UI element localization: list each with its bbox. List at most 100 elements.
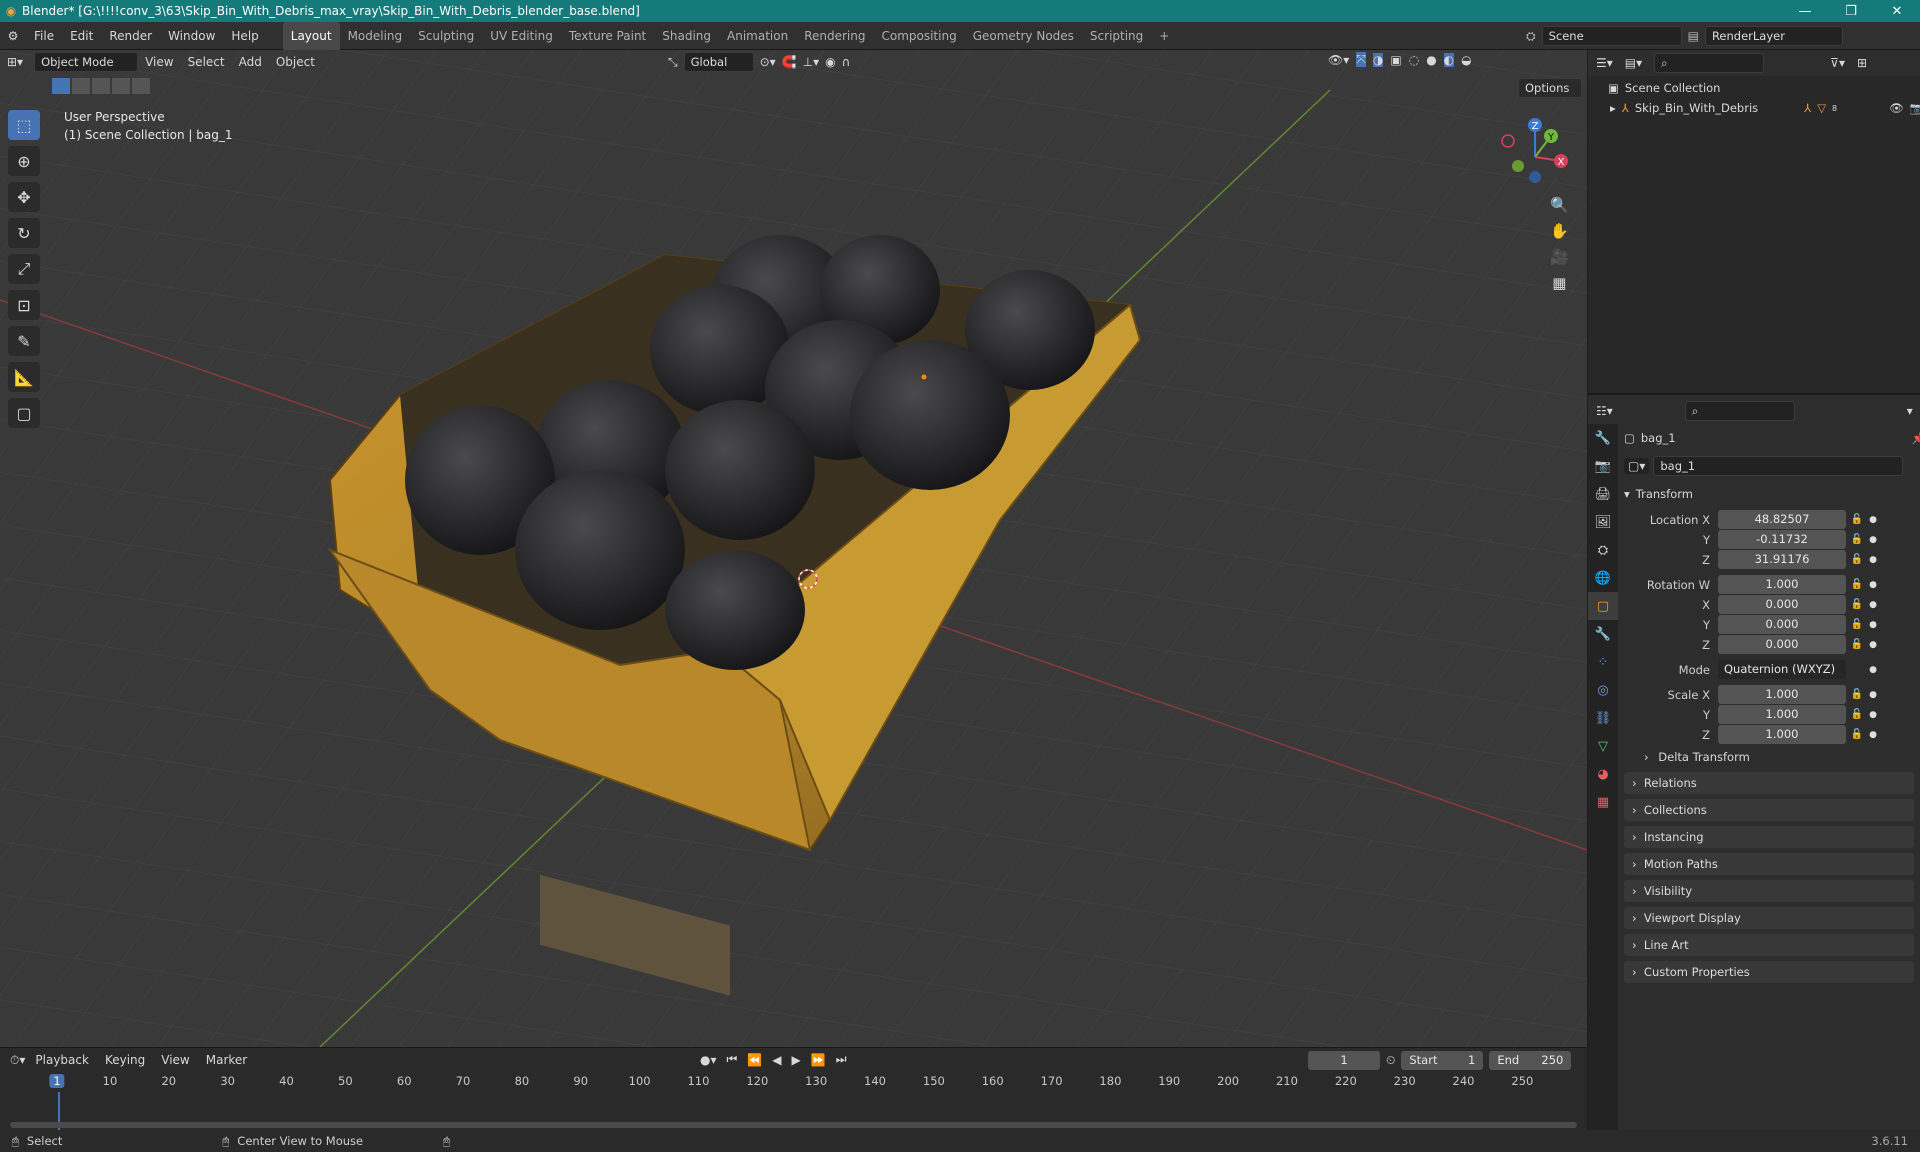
solid-shading-icon[interactable]: ● xyxy=(1426,53,1436,67)
blender-menu-icon[interactable]: ⚙ xyxy=(0,29,26,43)
lock-icon[interactable]: 🔓 xyxy=(1846,689,1868,700)
outliner-editor-icon[interactable]: ☰▾ xyxy=(1596,56,1613,70)
add-workspace-icon[interactable]: + xyxy=(1151,22,1177,50)
lock-icon[interactable]: 🔓 xyxy=(1846,639,1868,650)
scale-tool-icon[interactable]: ⤢ xyxy=(8,254,40,284)
select-box-tool-icon[interactable]: ⬚ xyxy=(8,110,40,140)
keyframe-dot-icon[interactable]: ● xyxy=(1868,690,1878,700)
scale-x-field[interactable]: 1.000 xyxy=(1718,685,1846,704)
location-y-field[interactable]: -0.11732 xyxy=(1718,530,1846,549)
transform-tool-icon[interactable]: ⊡ xyxy=(8,290,40,320)
select-invert-icon[interactable] xyxy=(112,78,130,94)
jump-start-icon[interactable]: ⏮ xyxy=(727,1052,738,1067)
scene-icon[interactable]: ⛭ xyxy=(1526,29,1536,44)
tab-layout[interactable]: Layout xyxy=(282,21,340,50)
outliner[interactable]: ☰▾ ▤▾ ⌕ ⊽▾ ⊞ ▣ Scene Collection ▸ ⅄ Skip… xyxy=(1588,50,1920,395)
lock-icon[interactable]: 🔓 xyxy=(1846,554,1868,565)
expand-arrow-icon[interactable]: ▸ xyxy=(1610,101,1616,115)
modifier-tab-icon[interactable]: 🔧 xyxy=(1588,620,1618,648)
keyframe-dot-icon[interactable]: ● xyxy=(1868,515,1878,525)
tab-shading[interactable]: Shading xyxy=(654,22,719,50)
scale-z-field[interactable]: 1.000 xyxy=(1718,725,1846,744)
cursor-tool-icon[interactable]: ⊕ xyxy=(8,146,40,176)
tab-sculpting[interactable]: Sculpting xyxy=(410,22,482,50)
output-tab-icon[interactable]: 🖨 xyxy=(1588,480,1618,508)
start-frame-field[interactable]: Start 1 xyxy=(1401,1051,1484,1070)
viewport-menu-add[interactable]: Add xyxy=(232,55,269,69)
keyframe-dot-icon[interactable]: ● xyxy=(1868,640,1878,650)
particles-tab-icon[interactable]: ⁘ xyxy=(1588,648,1618,676)
play-reverse-icon[interactable]: ◀ xyxy=(772,1053,781,1067)
props-editor-icon[interactable]: ☷▾ xyxy=(1596,404,1613,418)
render-camera-icon[interactable]: 📷 xyxy=(1910,101,1920,115)
properties-editor[interactable]: ☷▾ ⌕ ▾ 🔧 📷 🖨 🖼 ⛭ 🌐 ▢ 🔧 ⁘ ◎ ⛓ ▽ ◕ ▦ ▢ bag… xyxy=(1588,398,1920,1130)
gizmo-toggle-icon[interactable]: ⤧ xyxy=(1356,52,1366,67)
scene-tab-icon[interactable]: ⛭ xyxy=(1588,536,1618,564)
use-preview-range-icon[interactable]: ⏲ xyxy=(1386,1053,1395,1068)
viewport-canvas[interactable]: Z Y X xyxy=(0,50,1587,1047)
rotation-z-field[interactable]: 0.000 xyxy=(1718,635,1846,654)
section-relations[interactable]: › Relations xyxy=(1624,772,1914,794)
view-layer-tab-icon[interactable]: 🖼 xyxy=(1588,508,1618,536)
ortho-grid-icon[interactable]: ▦ xyxy=(1552,274,1566,292)
tool-tab-icon[interactable]: 🔧 xyxy=(1588,424,1618,452)
lock-icon[interactable]: 🔓 xyxy=(1846,514,1868,525)
keyframe-dot-icon[interactable]: ● xyxy=(1868,600,1878,610)
measure-tool-icon[interactable]: 📐 xyxy=(8,362,40,392)
viewport-menu-select[interactable]: Select xyxy=(181,55,232,69)
transform-collapse-icon[interactable]: ▾ xyxy=(1624,487,1630,501)
menu-edit[interactable]: Edit xyxy=(62,22,101,50)
minimize-icon[interactable]: — xyxy=(1782,4,1828,19)
record-icon[interactable]: ●▾ xyxy=(700,1053,717,1067)
world-tab-icon[interactable]: 🌐 xyxy=(1588,564,1618,592)
current-frame-field[interactable]: 1 xyxy=(1308,1051,1380,1070)
props-options-icon[interactable]: ▾ xyxy=(1907,404,1913,418)
keyframe-dot-icon[interactable]: ● xyxy=(1868,730,1878,740)
end-frame-field[interactable]: End 250 xyxy=(1489,1051,1572,1070)
filter-icon[interactable]: ⊽▾ xyxy=(1830,56,1845,70)
rotation-x-field[interactable]: 0.000 xyxy=(1718,595,1846,614)
display-mode-icon[interactable]: ▤▾ xyxy=(1625,56,1642,70)
viewport-menu-view[interactable]: View xyxy=(138,55,180,69)
rendered-shading-icon[interactable]: ◒ xyxy=(1461,53,1471,67)
select-extend-icon[interactable] xyxy=(72,78,90,94)
3d-viewport[interactable]: Z Y X ⊞▾ Object Mode View Select Add Obj… xyxy=(0,50,1587,1047)
section-custom-properties[interactable]: › Custom Properties xyxy=(1624,961,1914,983)
lock-icon[interactable]: 🔓 xyxy=(1846,709,1868,720)
keyframe-dot-icon[interactable]: ● xyxy=(1868,620,1878,630)
material-tab-icon[interactable]: ◕ xyxy=(1588,760,1618,788)
mode-selector[interactable]: Object Mode xyxy=(34,52,139,72)
timeline-scrollbar[interactable] xyxy=(10,1122,1577,1128)
options-dropdown[interactable]: Options xyxy=(1518,78,1582,98)
rotation-w-field[interactable]: 1.000 xyxy=(1718,575,1846,594)
hide-viewport-icon[interactable]: 👁 xyxy=(1889,101,1904,115)
keyframe-dot-icon[interactable]: ● xyxy=(1868,555,1878,565)
keyframe-dot-icon[interactable]: ● xyxy=(1868,710,1878,720)
object-name-field[interactable]: bag_1 xyxy=(1653,456,1904,476)
tab-animation[interactable]: Animation xyxy=(719,22,796,50)
lock-icon[interactable]: 🔓 xyxy=(1846,599,1868,610)
section-visibility[interactable]: › Visibility xyxy=(1624,880,1914,902)
overlay-toggle-icon[interactable]: ◑ xyxy=(1372,52,1384,67)
tab-rendering[interactable]: Rendering xyxy=(796,22,873,50)
next-keyframe-icon[interactable]: ⏩ xyxy=(811,1053,826,1067)
tab-modeling[interactable]: Modeling xyxy=(340,22,411,50)
visibility-icon[interactable]: 👁▾ xyxy=(1328,53,1349,67)
timeline-menu-keying[interactable]: Keying xyxy=(99,1053,151,1067)
select-new-icon[interactable] xyxy=(52,78,70,94)
maximize-icon[interactable]: ❐ xyxy=(1828,4,1874,19)
tab-scripting[interactable]: Scripting xyxy=(1082,22,1151,50)
scene-selector[interactable]: Scene xyxy=(1541,26,1682,46)
texture-tab-icon[interactable]: ▦ xyxy=(1588,788,1618,816)
rotation-y-field[interactable]: 0.000 xyxy=(1718,615,1846,634)
frame-ruler[interactable]: 1 10 20 30 40 50 60 70 80 90 100 110 120 130 140 150 160… xyxy=(0,1074,1587,1092)
material-shading-icon[interactable]: ◐ xyxy=(1443,52,1455,67)
section-line-art[interactable]: › Line Art xyxy=(1624,934,1914,956)
tab-geometry-nodes[interactable]: Geometry Nodes xyxy=(965,22,1082,50)
move-tool-icon[interactable]: ✥ xyxy=(8,182,40,212)
rotate-tool-icon[interactable]: ↻ xyxy=(8,218,40,248)
pin-icon[interactable]: 📌 xyxy=(1912,431,1920,445)
new-collection-icon[interactable]: ⊞ xyxy=(1857,56,1867,70)
timeline[interactable]: ⏱▾ Playback Keying View Marker ●▾ ⏮ ⏪ ◀ … xyxy=(0,1047,1587,1140)
close-icon[interactable]: ✕ xyxy=(1874,4,1920,19)
